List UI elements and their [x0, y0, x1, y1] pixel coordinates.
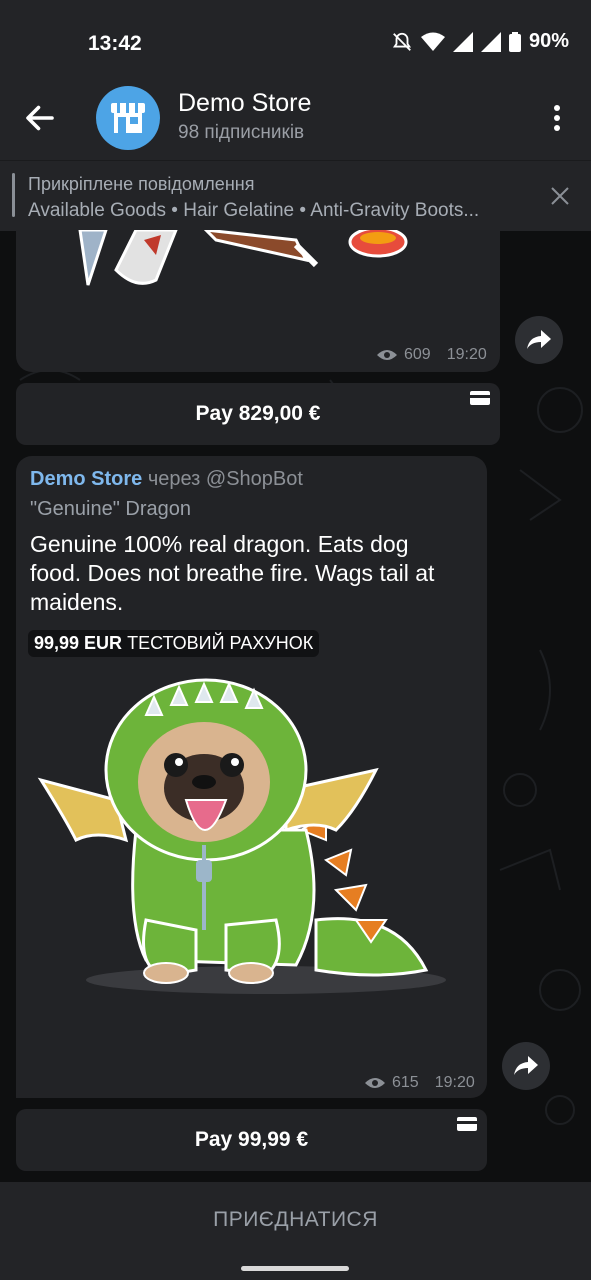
share-arrow-icon: [514, 1056, 538, 1075]
join-label: ПРИЄДНАТИСЯ: [213, 1208, 378, 1231]
message-meta-2: 615 19:20: [364, 1074, 475, 1092]
sender-name[interactable]: Demo Store: [30, 468, 142, 490]
message-bubble-2: Demo Store через @ShopBot "Genuine" Drag…: [16, 456, 487, 1098]
invoice-amount: 99,99 EUR: [34, 633, 123, 653]
status-time: 13:42: [88, 32, 142, 55]
store-icon: [111, 103, 145, 133]
wifi-icon: [420, 32, 445, 51]
pinned-text: Available Goods • Hair Gelatine • Anti-G…: [28, 200, 480, 221]
share-arrow-icon: [527, 330, 551, 349]
battery-level: 90%: [528, 30, 569, 52]
message-meta-1: 609 19:20: [376, 346, 487, 364]
via-bot[interactable]: через @ShopBot: [148, 468, 303, 490]
pay-button-2[interactable]: Pay 99,99 €: [16, 1109, 487, 1171]
status-bar: 13:42 90%: [0, 0, 591, 74]
sender-line: Demo Store через @ShopBot: [30, 468, 303, 491]
channel-title[interactable]: Demo Store: [178, 89, 311, 118]
app-header: Demo Store 98 підписників: [0, 74, 591, 160]
invoice-badge: 99,99 EUR ТЕСТОВИЙ РАХУНОК: [28, 630, 320, 657]
close-icon[interactable]: [549, 185, 571, 207]
product-title: "Genuine" Dragon: [30, 498, 191, 520]
product-description: Genuine 100% real dragon. Eats dog food.…: [30, 531, 435, 615]
eye-icon: [377, 350, 397, 360]
message-time: 19:20: [446, 346, 487, 363]
message-bubble-1: 609 19:20: [16, 230, 500, 372]
share-button-1[interactable]: [515, 316, 563, 364]
subscriber-count: 98 підписників: [178, 122, 305, 143]
signal-icon: [452, 31, 473, 52]
message-time: 19:20: [434, 1074, 475, 1091]
view-count: 609: [404, 346, 431, 363]
invoice-label: ТЕСТОВИЙ РАХУНОК: [127, 633, 314, 653]
share-button-2[interactable]: [502, 1042, 550, 1090]
status-icons: 90%: [391, 30, 569, 53]
product-image-1: [78, 230, 408, 286]
channel-avatar[interactable]: [96, 86, 160, 150]
more-vert-icon[interactable]: [547, 102, 567, 134]
battery-icon: [508, 31, 521, 52]
pay-button-1[interactable]: Pay 829,00 €: [16, 383, 500, 445]
join-channel-button[interactable]: ПРИЄДНАТИСЯ: [0, 1182, 591, 1258]
pay-label-1: Pay 829,00 €: [195, 402, 321, 425]
signal-icon-2: [480, 31, 501, 52]
home-indicator[interactable]: [241, 1266, 349, 1271]
credit-card-icon: [470, 391, 490, 405]
pinned-title: Прикріплене повідомлення: [28, 174, 255, 194]
eye-icon: [365, 1078, 385, 1088]
credit-card-icon: [457, 1117, 477, 1131]
back-arrow-icon[interactable]: [22, 100, 58, 136]
view-count: 615: [392, 1074, 419, 1091]
bell-off-icon: [392, 32, 412, 51]
pinned-indicator: [12, 173, 15, 217]
pay-label-2: Pay 99,99 €: [194, 1128, 309, 1151]
product-image-dragon: [37, 678, 446, 994]
pinned-message[interactable]: Прикріплене повідомлення Available Goods…: [0, 160, 591, 231]
